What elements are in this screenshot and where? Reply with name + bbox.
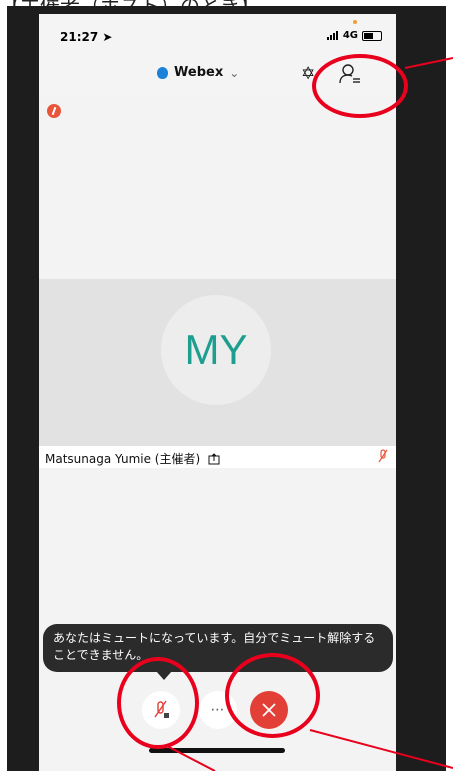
annotation-line-left xyxy=(164,744,216,771)
annotation-line-right xyxy=(309,729,453,769)
annotation-lines xyxy=(164,57,453,771)
annotation-line-top xyxy=(404,57,453,69)
